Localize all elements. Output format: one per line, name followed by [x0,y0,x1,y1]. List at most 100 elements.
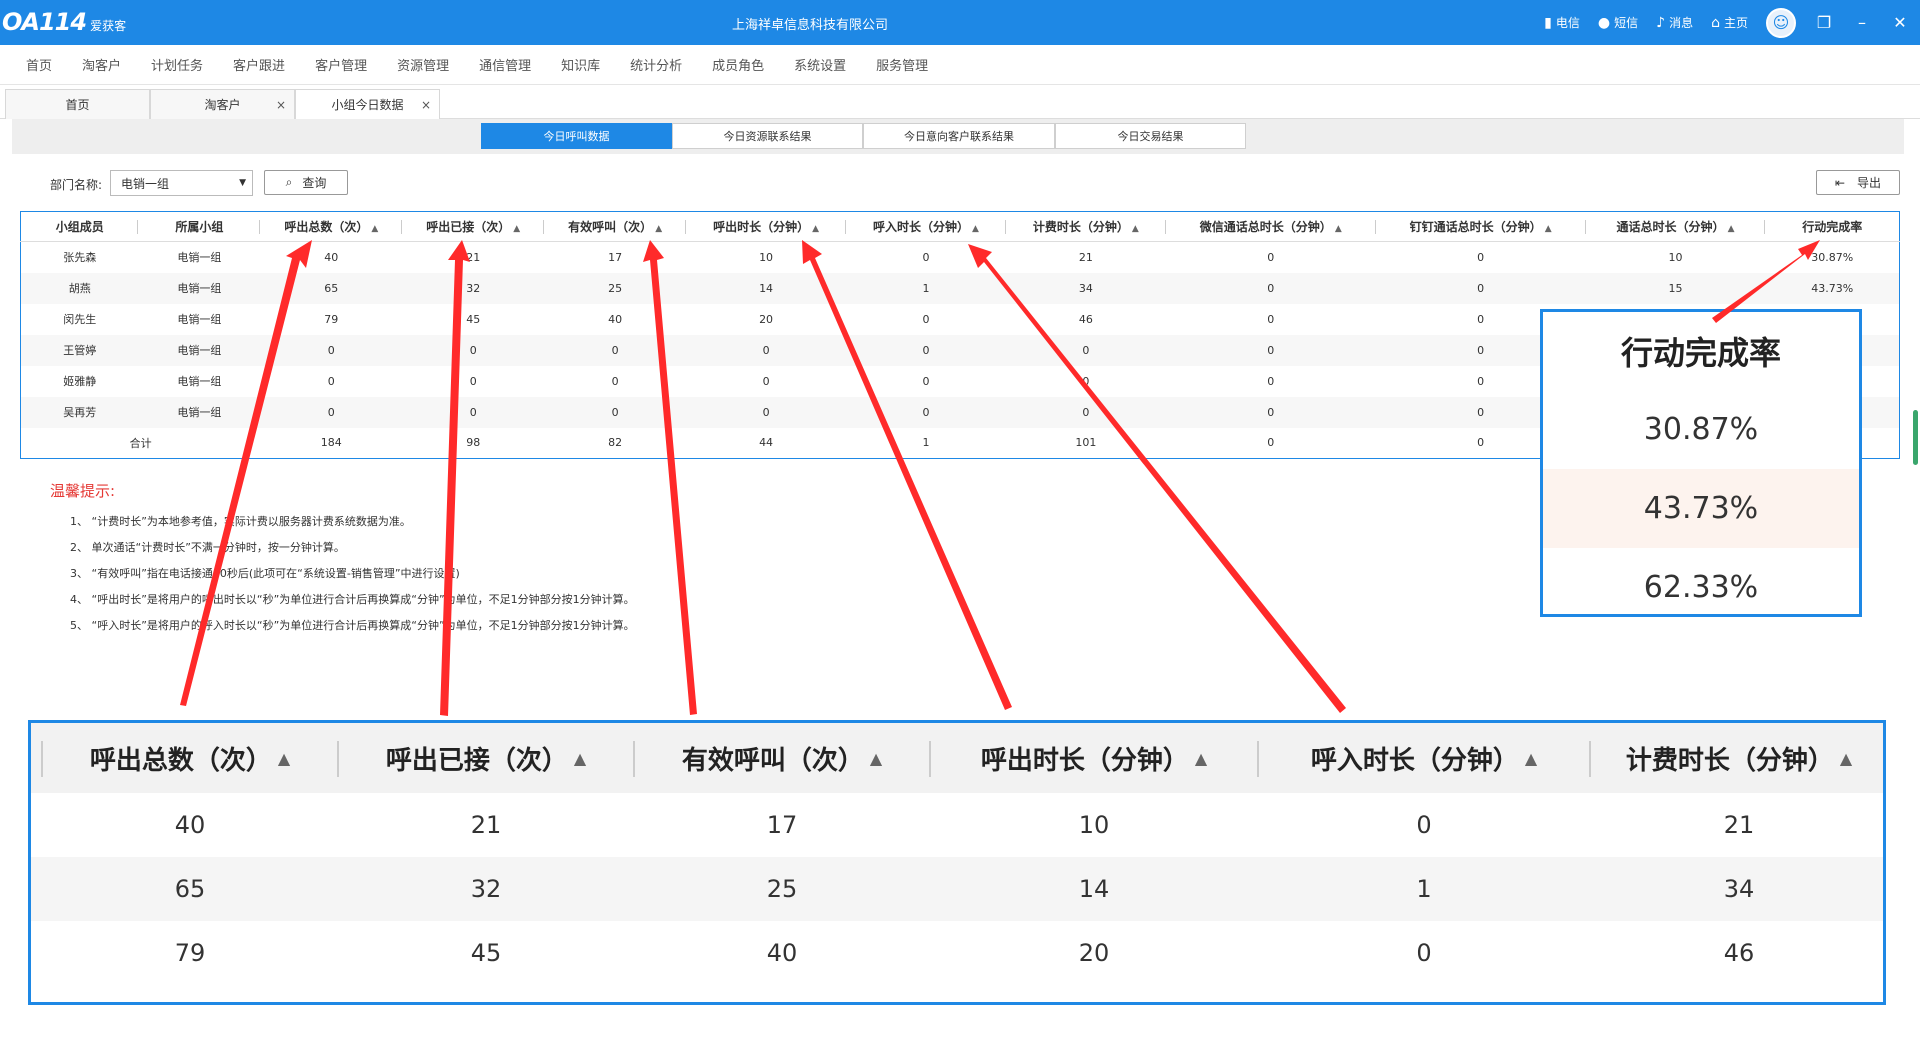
table-cell: 10 [759,250,774,264]
table-cell: 0 [922,374,930,388]
table-cell: 0 [1082,374,1090,388]
table-cell: 0 [469,374,477,388]
callout-cell: 40 [174,811,206,839]
table-cell: 0 [1477,250,1485,264]
callout-header-row: 呼出总数（次） ▲ 呼出已接（次） ▲ 有效呼叫（次） ▲ 呼出时长（分钟） ▲ 呼入时… [31,723,1883,793]
menu-item-communication[interactable]: 通信管理 [479,55,531,74]
menu-item-resource-management[interactable]: 资源管理 [397,55,449,74]
table-cell: 0 [846,334,1006,366]
avatar[interactable]: ☺ [1766,7,1796,38]
menu-item-plan-tasks[interactable]: 计划任务 [151,55,203,74]
table-cell: 0 [1267,312,1275,326]
table-cell: 0 [544,396,687,428]
table-cell: 0 [402,334,545,366]
restore-window-icon[interactable]: ❐ [1814,13,1834,32]
close-icon[interactable]: ✕ [1890,13,1910,32]
table-cell: 0 [611,374,619,388]
sort-arrow-icon: ▲ [1194,748,1208,768]
export-icon: ⇤ [1834,175,1846,190]
sms-button[interactable]: ● 短信 [1598,14,1638,31]
col-valid-calls[interactable]: 有效呼叫（次） ▲ [544,211,687,242]
close-tab-icon[interactable]: × [276,98,286,112]
menu-item-service[interactable]: 服务管理 [876,55,928,74]
callout-cell: 0 [1416,939,1432,967]
export-button[interactable]: ⇤ 导出 [1816,170,1900,195]
callout-col: 呼出时长（分钟） ▲ [980,745,1208,776]
table-cell: 21 [466,250,481,264]
subtab-intent-contact[interactable]: 今日意向客户联系结果 [863,123,1055,149]
table-cell: 0 [1375,272,1586,304]
menu-item-knowledge-base[interactable]: 知识库 [561,55,600,74]
scrollbar-thumb[interactable] [1913,410,1918,465]
table-row: 张先森 电销一组 40 21 17 10 0 21 0 0 10 30.87% [21,242,1900,273]
table-cell: 0 [260,334,403,366]
table-cell: 0 [846,396,1006,428]
menu-item-settings[interactable]: 系统设置 [794,55,846,74]
sort-arrow-icon: ▲ [1544,224,1552,234]
col-outbound-duration[interactable]: 呼出时长（分钟） ▲ [686,211,847,242]
subtab-today-calls[interactable]: 今日呼叫数据 [481,123,672,149]
col-outbound-connected[interactable]: 呼出已接（次） ▲ [402,211,545,242]
col-outbound-total[interactable]: 呼出总数（次） ▲ [260,211,403,242]
table-cell: 34 [1005,272,1166,304]
tab-find-customers[interactable]: 淘客户 × [150,89,295,119]
callout-cell: 65 [174,875,206,903]
callout-value: 43.73% [1543,469,1859,548]
col-dingtalk-duration[interactable]: 钉钉通话总时长（分钟） ▲ [1375,211,1586,242]
close-tab-icon[interactable]: × [421,98,431,112]
table-cell: 32 [402,272,545,304]
query-button[interactable]: ⌕ 查询 [264,170,348,195]
menu-item-find-customers[interactable]: 淘客户 [82,55,121,74]
window-title: 上海祥卓信息科技有限公司 [731,18,888,33]
tips-title: 温馨提示: [50,482,116,500]
tab-group-today-data[interactable]: 小组今日数据 × [295,89,440,119]
table-cell: 闵先生 [63,313,97,326]
menu-item-customer-management[interactable]: 客户管理 [315,55,367,74]
total-cell: 44 [759,436,774,450]
menu-item-home[interactable]: 首页 [26,55,52,74]
department-select[interactable]: 电销一组 ▼ [110,170,253,196]
minimize-icon[interactable]: – [1852,13,1872,32]
callout-row: 65 32 25 14 1 34 [31,857,1883,921]
tab-home[interactable]: 首页 [5,89,150,119]
col-wechat-duration[interactable]: 微信通话总时长（分钟） ▲ [1165,211,1376,242]
menu-item-customer-followup[interactable]: 客户跟进 [233,55,285,74]
table-cell: 吴再芳 [20,396,139,428]
tip-item: 5、 “呼入时长”是将用户的呼入时长以“秒”为单位进行合计后再换算成“分钟”为单… [70,619,635,632]
table-cell: 张先森 [63,251,97,265]
carrier-status[interactable]: ▮ 电信 [1544,14,1580,31]
tip-item: 4、 “呼出时长”是将用户的呼出时长以“秒”为单位进行合计后再换算成“分钟”为单… [70,593,635,606]
table-cell: 0 [1165,396,1376,428]
bell-icon: ♪ [1656,14,1666,31]
table-cell: 0 [402,396,545,428]
callout-cell: 45 [470,939,502,967]
subtab-resource-contact[interactable]: 今日资源联系结果 [672,123,863,149]
home-icon: ⌂ [1711,14,1720,31]
total-cell: 98 [466,436,481,450]
completion-rate-callout: 行动完成率 30.87% 43.73% 62.33% [1540,309,1862,617]
department-label: 部门名称: [50,178,103,192]
col-total-duration[interactable]: 通话总时长（分钟） ▲ [1585,211,1766,242]
menu-item-statistics[interactable]: 统计分析 [630,55,682,74]
col-billing-duration[interactable]: 计费时长（分钟） ▲ [1005,211,1166,242]
total-label: 合计 [129,436,152,450]
col-completion-rate: 行动完成率 [1765,211,1900,242]
table-row: 胡燕 电销一组 65 32 25 14 1 34 0 0 15 43.73% [20,272,1900,304]
tip-item: 2、 单次通话“计费时长”不满一分钟时，按一分钟计算。 [70,541,345,554]
callout-cell: 14 [1078,875,1110,903]
col-inbound-duration[interactable]: 呼入时长（分钟） ▲ [846,211,1006,242]
table-cell: 胡燕 [20,272,139,304]
main-menu: 首页 淘客户 计划任务 客户跟进 客户管理 资源管理 通信管理 知识库 统计分析… [0,45,1920,85]
table-cell: 姬雅静 [63,375,97,388]
menu-item-member-roles[interactable]: 成员角色 [712,55,764,74]
title-bar: OA114 爱获客 上海祥卓信息科技有限公司 ▮ 电信 ● 短信 ♪ 消息 ⌂ 主页 ☺… [0,0,1920,45]
table-cell: 电销一组 [138,396,261,428]
callout-row: 79 45 40 20 0 46 [31,921,1883,985]
table-cell: 40 [324,250,339,264]
sort-arrow-icon: ▲ [513,224,521,234]
message-button[interactable]: ♪ 消息 [1656,14,1693,31]
home-button[interactable]: ⌂ 主页 [1711,14,1748,31]
tip-item: 3、 “有效呼叫”指在电话接通10秒后(此项可在“系统设置-销售管理”中进行设置… [70,567,460,580]
table-header-row: 小组成员 所属小组 呼出总数（次） ▲ 呼出已接（次） ▲ 有效呼叫（次） ▲ 呼出时… [20,211,1900,242]
subtab-deal-results[interactable]: 今日交易结果 [1055,123,1246,149]
